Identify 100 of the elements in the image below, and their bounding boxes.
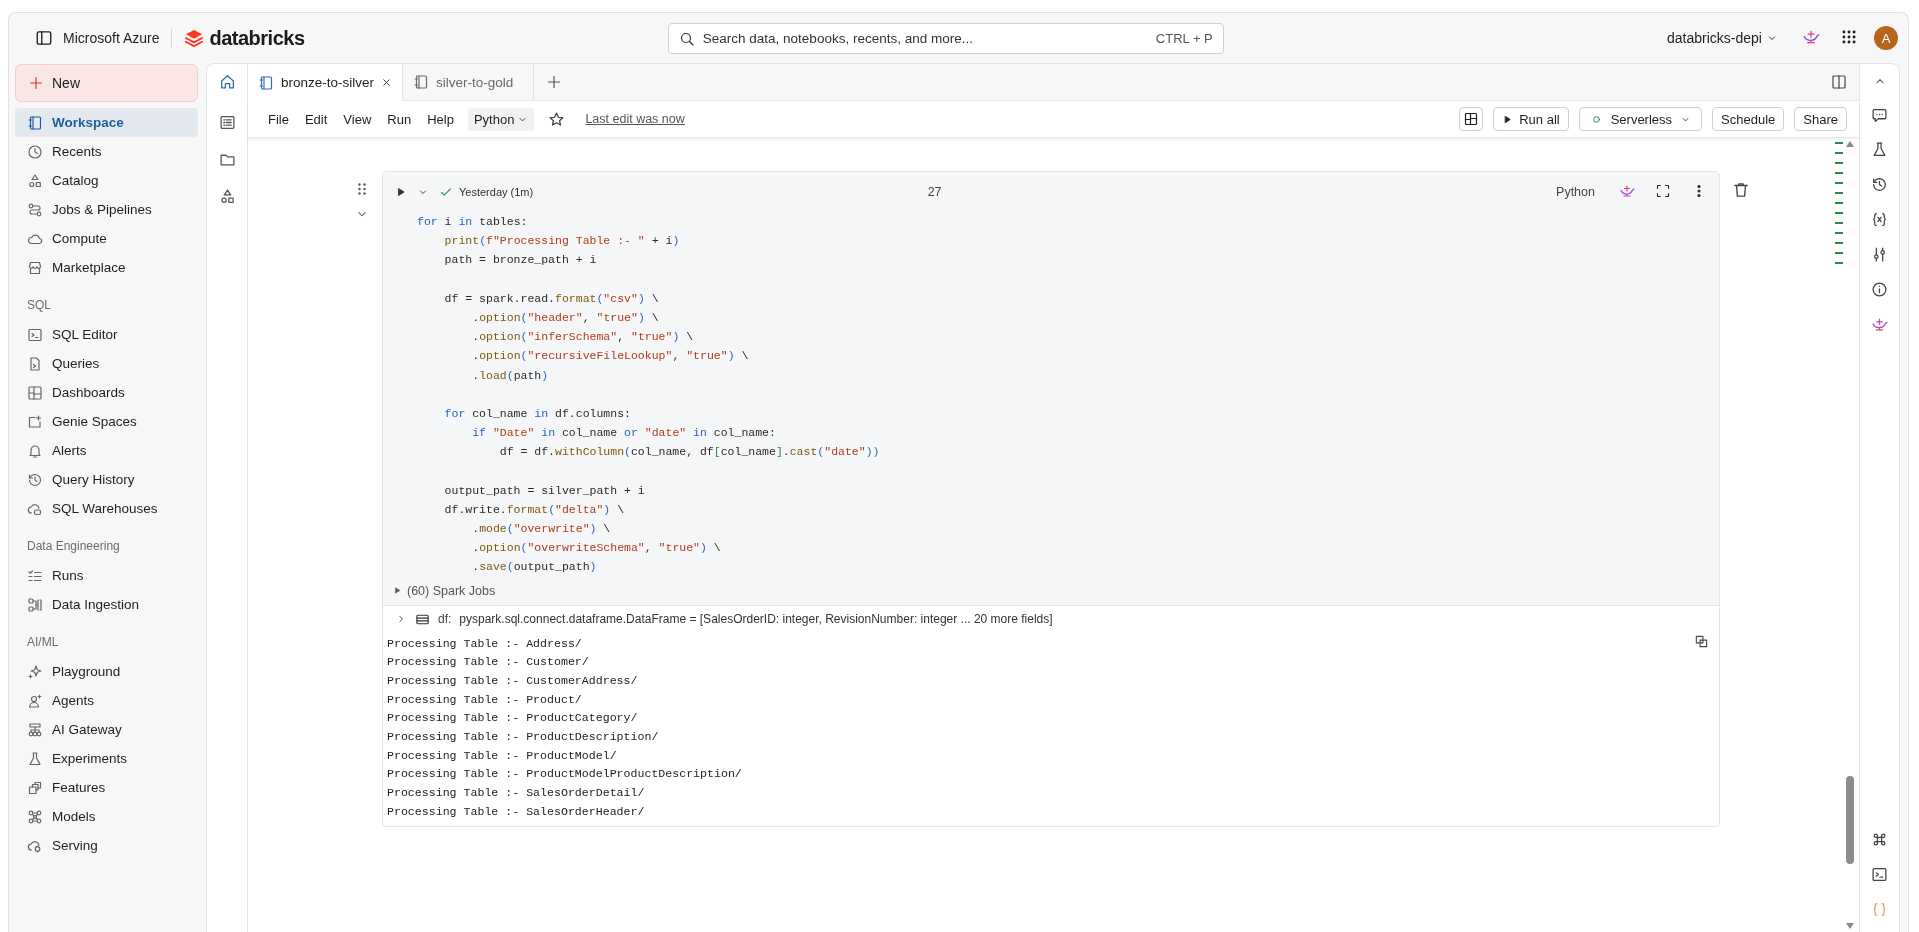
section-heading: SQL — [26, 298, 52, 314]
code-line: .option("recursiveFileLookup", "true") \ — [471, 348, 750, 365]
bell-icon — [27, 442, 43, 459]
stack-icon — [27, 779, 43, 796]
sidebar-item[interactable]: Workspace — [15, 108, 198, 137]
close-icon[interactable] — [381, 77, 393, 88]
output-line: Processing Table :- ProductModelProductDescription/ — [387, 766, 742, 783]
fullscreen-icon[interactable] — [1655, 183, 1671, 199]
run-status: Yesterday (1m) — [459, 186, 534, 198]
output-line: Processing Table :- SalesOrderHeader/ — [387, 803, 645, 820]
code-line: .mode("overwrite") \ — [471, 521, 612, 537]
menu-item[interactable]: Run — [381, 107, 418, 131]
layout-button[interactable] — [1459, 107, 1484, 131]
schedule-button[interactable]: Schedule — [1712, 107, 1785, 131]
sidebar-item[interactable]: Dashboards — [15, 378, 198, 407]
scroll-up-icon[interactable] — [1845, 140, 1855, 148]
code-line: for col_name in df.columns: — [443, 405, 632, 422]
menu-item[interactable]: Edit — [298, 107, 334, 131]
sidebar-item[interactable]: Agents — [15, 686, 198, 715]
sidebar-item[interactable]: Genie Spaces — [15, 407, 198, 436]
workflow-icon — [27, 201, 43, 218]
sidebar-item[interactable]: Features — [15, 773, 198, 802]
check-icon — [439, 185, 453, 199]
sidebar-item[interactable]: Experiments — [15, 744, 198, 773]
code-line: output_path = silver_path + i — [443, 482, 646, 499]
share-button[interactable]: Share — [1794, 107, 1847, 131]
terminal-icon[interactable] — [1871, 866, 1888, 883]
sidebar-item[interactable]: Jobs & Pipelines — [15, 195, 198, 224]
compute-dropdown[interactable]: Serverless — [1578, 107, 1703, 131]
search-icon — [678, 30, 695, 47]
plus-icon — [28, 75, 44, 91]
output-line: Processing Table :- ProductCategory/ — [387, 710, 638, 727]
scroll-down-icon[interactable] — [1845, 922, 1855, 930]
sidebar-item[interactable]: Query History — [15, 465, 198, 494]
variables-icon[interactable] — [1871, 211, 1888, 228]
sidebar-item[interactable]: Data Ingestion — [15, 590, 198, 619]
assistant-icon[interactable] — [1619, 183, 1635, 199]
notebook-tab[interactable]: bronze-to-silver — [248, 64, 404, 101]
sidebar-item[interactable]: Marketplace — [15, 253, 198, 282]
code-line: for i in tables: — [417, 214, 529, 230]
code-line: .option("inferSchema", "true") \ — [471, 329, 695, 346]
flask-icon[interactable] — [1871, 141, 1888, 158]
sidebar-item[interactable]: AI Gateway — [15, 715, 198, 744]
sidebar-item[interactable]: SQL Warehouses — [15, 494, 198, 523]
play-icon — [1502, 113, 1514, 125]
sidebar-toggle-icon[interactable] — [35, 29, 53, 47]
output-line: Processing Table :- ProductDescription/ — [387, 729, 659, 746]
comment-icon[interactable] — [1871, 106, 1888, 123]
sidebar-item[interactable]: Playground — [15, 657, 198, 686]
history-icon[interactable] — [1871, 176, 1888, 193]
pipeline-icon — [27, 596, 43, 613]
databricks-logo[interactable]: databricks — [184, 26, 305, 50]
sidebar-item[interactable]: Serving — [15, 831, 198, 860]
assistant-icon[interactable] — [1871, 316, 1888, 333]
run-all-button[interactable]: Run all — [1493, 107, 1569, 131]
menu-item[interactable]: File — [262, 107, 295, 131]
home-icon[interactable] — [218, 73, 236, 90]
split-view-icon[interactable] — [1831, 74, 1847, 90]
flask-icon — [27, 750, 43, 767]
star-icon[interactable] — [548, 110, 566, 128]
menu-item[interactable]: View — [337, 107, 378, 131]
sidebar-item[interactable]: Queries — [15, 349, 198, 378]
plus-icon[interactable] — [546, 74, 563, 90]
trash-icon[interactable] — [1732, 181, 1750, 199]
sidebar-item[interactable]: Runs — [15, 561, 198, 590]
sparkle-icon — [27, 663, 43, 680]
checklist-icon — [27, 567, 43, 584]
info-icon[interactable] — [1871, 281, 1888, 298]
output-line: Processing Table :- Customer/ — [387, 654, 589, 671]
code-line: if "Date" in col_name or "date" in col_name: — [471, 425, 777, 442]
sidebar-item[interactable]: Catalog — [15, 166, 198, 195]
shapes-icon[interactable] — [218, 188, 236, 205]
sliders-icon[interactable] — [1871, 246, 1888, 263]
table-of-contents-icon[interactable] — [218, 114, 236, 131]
output-line: Processing Table :- ProductModel/ — [387, 747, 617, 764]
scrollbar-thumb[interactable] — [1846, 776, 1854, 864]
sidebar-item[interactable]: Alerts — [15, 436, 198, 465]
notebook-tab[interactable]: silver-to-gold — [403, 64, 535, 100]
shapes-icon — [27, 172, 43, 189]
workspace-switcher[interactable]: databricks-depi — [1667, 30, 1778, 46]
spark-jobs-toggle[interactable]: (60) Spark Jobs — [383, 576, 1719, 603]
run-cell-icon[interactable] — [395, 186, 407, 198]
output-line: Processing Table :- SalesOrderDetail/ — [387, 785, 645, 802]
new-button[interactable]: New — [15, 64, 198, 102]
sidebar-item[interactable]: Models — [15, 802, 198, 831]
copy-icon[interactable] — [1694, 633, 1709, 649]
code-line: .save(output_path) — [471, 559, 598, 576]
sidebar-item[interactable]: Compute — [15, 224, 198, 253]
menu-item[interactable]: Help — [421, 107, 460, 131]
variable-name: df: — [438, 612, 452, 627]
section-heading: AI/ML — [26, 635, 60, 651]
cell-language[interactable]: Python — [1556, 185, 1595, 199]
command-icon[interactable] — [1871, 831, 1888, 848]
notebook-icon — [258, 74, 274, 91]
language-dropdown[interactable]: Python — [467, 107, 535, 131]
code-line: df = df.withColumn(col_name, df[col_name].cast("date")) — [498, 444, 881, 461]
last-edit-link[interactable]: Last edit was now — [585, 112, 685, 126]
sidebar-item[interactable]: Recents — [15, 137, 198, 166]
user-avatar[interactable]: A — [1874, 26, 1898, 50]
sidebar-item[interactable]: SQL Editor — [15, 320, 198, 349]
